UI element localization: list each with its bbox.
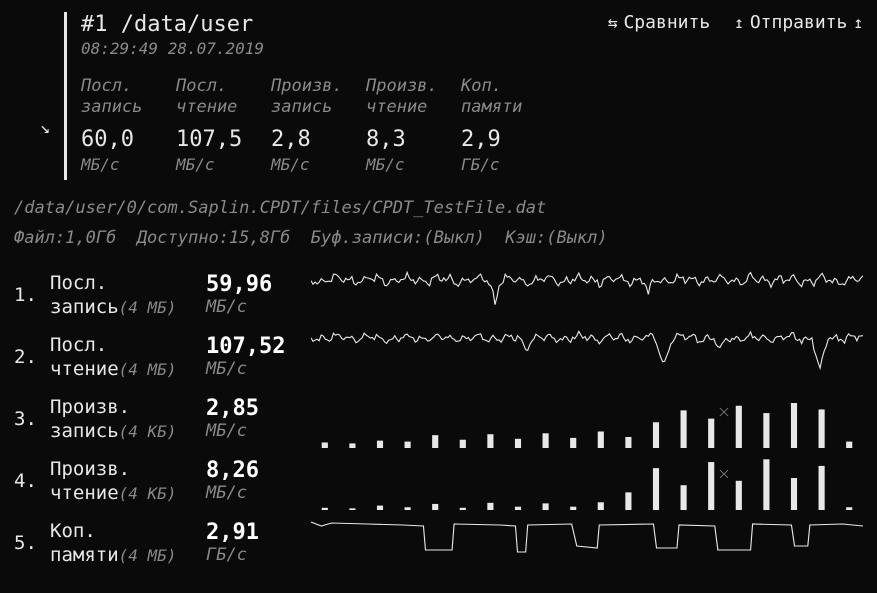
tests-list: 1.Посл.запись(4 МБ)59,96МБ/с2.Посл.чтени… <box>14 264 863 574</box>
metric-col: Произв. запись 2,8 МБ/с <box>271 76 346 174</box>
run-id: #1 <box>81 12 108 37</box>
metric-label: Произв. чтение <box>366 76 441 119</box>
test-index: 5. <box>14 532 50 554</box>
test-chart <box>311 266 863 324</box>
send-button[interactable]: ↥ Отправить ↥ <box>734 12 863 33</box>
metric-label: Произв. запись <box>271 76 346 119</box>
header-actions: ⇆ Сравнить ↥ Отправить ↥ <box>608 12 863 33</box>
test-row: 2.Посл.чтение(4 МБ)107,52МБ/с <box>14 326 863 388</box>
test-value: 2,91 <box>206 521 311 545</box>
metrics-row: Посл. запись 60,0 МБ/с Посл. чтение 107,5 МБ/… <box>81 76 863 174</box>
test-unit: МБ/с <box>206 297 311 317</box>
metric-col: Посл. запись 60,0 МБ/с <box>81 76 156 174</box>
compare-button[interactable]: ⇆ Сравнить <box>608 12 710 33</box>
test-name-line1: Посл. <box>50 272 206 296</box>
metric-label: Посл. запись <box>81 76 156 119</box>
test-name-line2: запись <box>50 296 119 318</box>
test-row: 3.Произв.запись(4 КБ)2,85МБ/с <box>14 388 863 450</box>
test-name-paren: (4 МБ) <box>119 546 177 565</box>
metric-unit: МБ/с <box>81 155 156 174</box>
expand-icon[interactable]: ↘ <box>40 118 50 138</box>
transfer-icon: ⇆ <box>608 15 618 31</box>
compare-label: Сравнить <box>623 12 710 33</box>
run-path: /data/user <box>121 12 253 37</box>
test-value-col: 107,52МБ/с <box>206 335 311 379</box>
test-index: 2. <box>14 346 50 368</box>
test-chart <box>311 452 863 510</box>
metric-label: Коп. памяти <box>461 76 536 119</box>
test-name-paren: (4 КБ) <box>119 484 177 503</box>
metric-value: 2,9 <box>461 127 536 152</box>
metric-value: 60,0 <box>81 127 156 152</box>
metric-unit: ГБ/с <box>461 155 536 174</box>
file-path: /data/user/0/com.Saplin.CPDT/files/CPDT_… <box>14 198 863 218</box>
test-value-col: 59,96МБ/с <box>206 273 311 317</box>
test-name-paren: (4 МБ) <box>119 360 177 379</box>
metric-label: Посл. чтение <box>176 76 251 119</box>
test-index: 3. <box>14 408 50 430</box>
test-name-line1: Посл. <box>50 334 206 358</box>
test-chart <box>311 390 863 448</box>
send-label: Отправить <box>750 12 848 33</box>
test-row: 4.Произв.чтение(4 КБ)8,26МБ/с <box>14 450 863 512</box>
test-name-paren: (4 МБ) <box>119 298 177 317</box>
test-unit: МБ/с <box>206 483 311 503</box>
test-name-line2: чтение <box>50 482 119 504</box>
metric-col: Посл. чтение 107,5 МБ/с <box>176 76 251 174</box>
metric-col: Произв. чтение 8,3 МБ/с <box>366 76 441 174</box>
metric-unit: МБ/с <box>271 155 346 174</box>
test-value-col: 2,91ГБ/с <box>206 521 311 565</box>
test-name: Посл.запись(4 МБ) <box>50 272 206 318</box>
test-name: Произв.чтение(4 КБ) <box>50 458 206 504</box>
test-name-line1: Произв. <box>50 396 206 420</box>
test-name-line1: Коп. <box>50 520 206 544</box>
test-unit: МБ/с <box>206 421 311 441</box>
test-unit: ГБ/с <box>206 545 311 565</box>
metric-col: Коп. памяти 2,9 ГБ/с <box>461 76 536 174</box>
file-meta: Файл:1,0Гб Доступно:15,8Гб Буф.записи:(В… <box>14 228 863 248</box>
test-name-paren: (4 КБ) <box>119 422 177 441</box>
test-name-line2: запись <box>50 420 119 442</box>
metric-value: 107,5 <box>176 127 251 152</box>
test-row: 1.Посл.запись(4 МБ)59,96МБ/с <box>14 264 863 326</box>
upload-left-icon: ↥ <box>734 15 744 31</box>
test-name: Произв.запись(4 КБ) <box>50 396 206 442</box>
test-index: 1. <box>14 284 50 306</box>
metric-value: 8,3 <box>366 127 441 152</box>
test-row: 5.Коп.памяти(4 МБ)2,91ГБ/с <box>14 512 863 574</box>
upload-right-icon: ↥ <box>853 15 863 31</box>
test-value: 59,96 <box>206 273 311 297</box>
metric-unit: МБ/с <box>366 155 441 174</box>
test-name-line2: чтение <box>50 358 119 380</box>
test-value-col: 8,26МБ/с <box>206 459 311 503</box>
test-value-col: 2,85МБ/с <box>206 397 311 441</box>
test-name-line2: памяти <box>50 544 119 566</box>
test-chart <box>311 514 863 572</box>
run-separator-bar <box>64 12 67 180</box>
metric-value: 2,8 <box>271 127 346 152</box>
test-name-line1: Произв. <box>50 458 206 482</box>
test-value: 8,26 <box>206 459 311 483</box>
run-header: ↘ #1 /data/user 08:29:49 28.07.2019 Посл… <box>14 12 863 180</box>
test-name: Коп.памяти(4 МБ) <box>50 520 206 566</box>
metric-unit: МБ/с <box>176 155 251 174</box>
run-timestamp: 08:29:49 28.07.2019 <box>81 39 863 58</box>
test-index: 4. <box>14 470 50 492</box>
test-name: Посл.чтение(4 МБ) <box>50 334 206 380</box>
test-unit: МБ/с <box>206 359 311 379</box>
test-value: 2,85 <box>206 397 311 421</box>
test-value: 107,52 <box>206 335 311 359</box>
test-chart <box>311 328 863 386</box>
